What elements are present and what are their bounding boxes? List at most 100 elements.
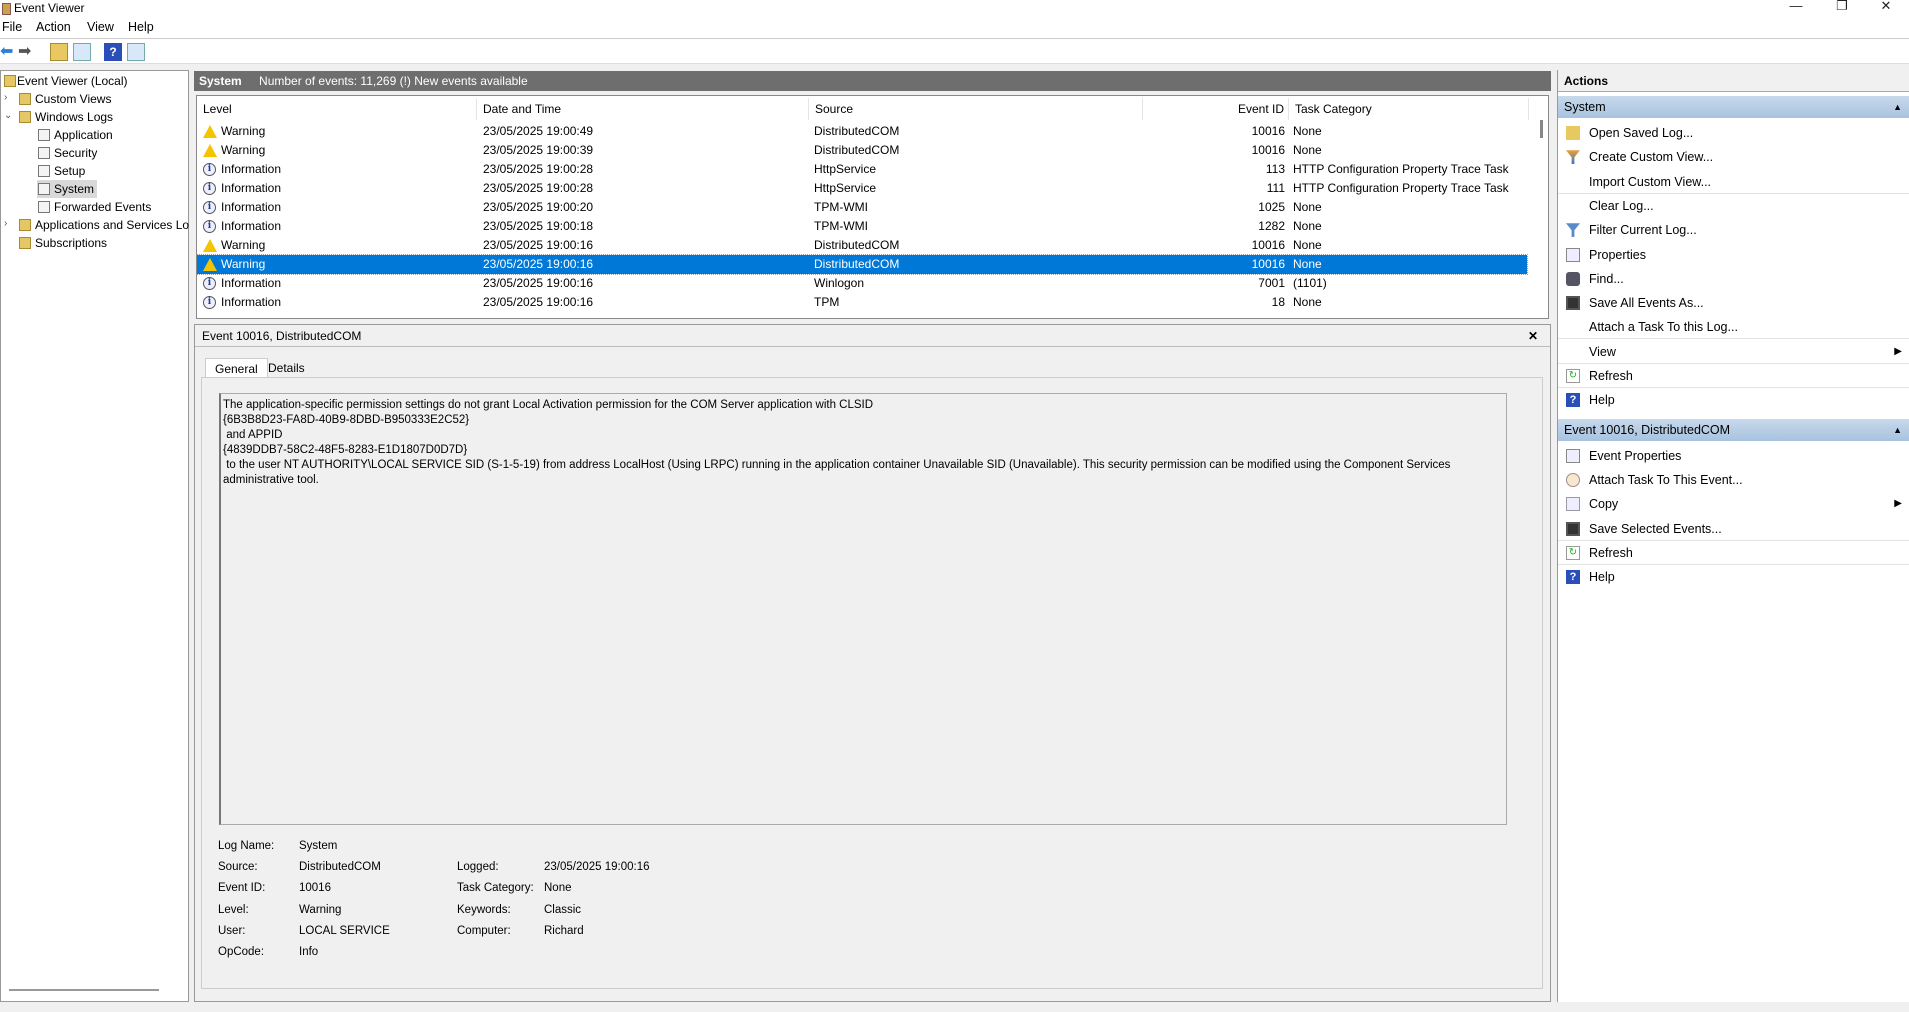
action-properties[interactable]: Properties [1558, 243, 1909, 267]
column-event-id[interactable]: Event ID [1143, 98, 1289, 120]
action-refresh[interactable]: ↻ Refresh [1558, 541, 1909, 565]
properties-icon [1566, 247, 1580, 262]
vertical-scrollbar[interactable] [1540, 120, 1543, 138]
event-row[interactable]: i Information 23/05/2025 19:00:18 TPM-WMI 12… [197, 217, 1527, 236]
action-open-saved-log[interactable]: Open Saved Log... [1558, 121, 1909, 145]
collapse-icon[interactable]: ▲ [1893, 419, 1902, 441]
event-row[interactable]: i Information 23/05/2025 19:00:16 TPM 18 None [197, 293, 1527, 312]
cell-level: Warning [221, 143, 266, 157]
field-value[interactable]: None [544, 882, 572, 894]
field-value[interactable]: Classic [544, 904, 581, 916]
action-help[interactable]: ? Help [1558, 565, 1909, 589]
event-row[interactable]: Warning 23/05/2025 19:00:39 DistributedCOM… [197, 141, 1527, 160]
chevron-icon[interactable]: › [4, 92, 7, 103]
section-event[interactable]: Event 10016, DistributedCOM ▲ [1558, 418, 1909, 441]
up-folder-icon[interactable] [50, 43, 68, 61]
cell-task: None [1293, 295, 1322, 309]
action-copy[interactable]: Copy ▶ [1558, 492, 1909, 516]
event-row[interactable]: i Information 23/05/2025 19:00:28 HttpServi… [197, 179, 1527, 198]
back-arrow-icon[interactable]: ⬅ [0, 43, 18, 61]
action-create-custom-view[interactable]: Create Custom View... [1558, 145, 1909, 169]
field-value[interactable]: LOCAL SERVICE [299, 925, 390, 937]
horizontal-scrollbar[interactable] [9, 989, 159, 991]
event-row[interactable]: Warning 23/05/2025 19:00:16 DistributedCOM… [197, 236, 1527, 255]
information-icon: i [203, 220, 216, 233]
action-import-custom-view[interactable]: Import Custom View... [1558, 170, 1909, 194]
save-icon [1566, 521, 1580, 536]
field-label: Keywords: [457, 903, 511, 916]
forward-arrow-icon[interactable]: ➡ [18, 43, 36, 61]
field-value[interactable]: Warning [299, 904, 341, 916]
event-row[interactable]: i Information 23/05/2025 19:00:16 Winlogon 7… [197, 274, 1527, 293]
action-help[interactable]: ? Help [1558, 388, 1909, 412]
tree-item-event-viewer-local-[interactable]: Event Viewer (Local) [3, 72, 131, 90]
tree-item-windows-logs[interactable]: Windows Logs [18, 108, 116, 126]
tree-item-custom-views[interactable]: Custom Views [18, 90, 114, 108]
minimize-button[interactable]: — [1773, 0, 1819, 18]
field-label: Level: [218, 903, 249, 916]
action-filter-current-log[interactable]: Filter Current Log... [1558, 218, 1909, 242]
tree-item-forwarded-events[interactable]: Forwarded Events [37, 198, 154, 216]
action-clear-log[interactable]: Clear Log... [1558, 194, 1909, 218]
action-attach-a-task-to-this-log[interactable]: Attach a Task To this Log... [1558, 315, 1909, 340]
menu-help[interactable]: Help [128, 20, 154, 34]
log-name: System [199, 74, 242, 88]
close-button[interactable]: ✕ [1863, 0, 1909, 18]
action-event-properties[interactable]: Event Properties [1558, 444, 1909, 468]
action-save-selected-events[interactable]: Save Selected Events... [1558, 517, 1909, 541]
field-label: Event ID: [218, 882, 266, 895]
tree-item-applications-and-services-lo[interactable]: Applications and Services Lo [18, 216, 192, 234]
field-value[interactable]: Info [299, 946, 318, 958]
action-refresh[interactable]: ↻ Refresh [1558, 364, 1909, 388]
action-pane-toggle-icon[interactable] [127, 43, 145, 61]
field-value[interactable]: Richard [544, 925, 584, 937]
information-icon: i [203, 163, 216, 176]
event-row[interactable]: i Information 23/05/2025 19:00:28 HttpServi… [197, 160, 1527, 179]
menu-file[interactable]: File [2, 20, 22, 34]
cell-date: 23/05/2025 19:00:28 [483, 162, 594, 176]
action-find[interactable]: Find... [1558, 267, 1909, 291]
collapse-icon[interactable]: ▲ [1893, 96, 1902, 118]
title-bar: Event Viewer — ❐ ✕ [0, 0, 1909, 18]
field-value[interactable]: 23/05/2025 19:00:16 [544, 861, 650, 873]
event-row[interactable]: Warning 23/05/2025 19:00:16 DistributedCOM… [197, 254, 1528, 275]
cell-task: None [1293, 200, 1322, 214]
column-source[interactable]: Source [809, 98, 1143, 120]
cell-source: DistributedCOM [814, 143, 900, 157]
action-label: Refresh [1589, 545, 1633, 560]
event-message[interactable]: The application-specific permission sett… [219, 393, 1507, 825]
cell-date: 23/05/2025 19:00:16 [483, 276, 594, 290]
close-detail-button[interactable]: ✕ [1528, 325, 1538, 347]
tree-item-subscriptions[interactable]: Subscriptions [18, 234, 110, 252]
menu-view[interactable]: View [87, 20, 114, 34]
event-detail-pane: Event 10016, DistributedCOM ✕ General De… [194, 324, 1551, 1002]
field-label: Task Category: [457, 882, 534, 895]
column-level[interactable]: Level [197, 98, 477, 120]
field-value[interactable]: System [299, 840, 337, 852]
properties-icon [1566, 448, 1580, 463]
folder-filter-icon [19, 93, 31, 105]
cell-level: Information [221, 276, 282, 290]
action-attach-task-to-this-event[interactable]: Attach Task To This Event... [1558, 468, 1909, 492]
action-view[interactable]: View ▶ [1558, 340, 1909, 364]
field-value[interactable]: DistributedCOM [299, 861, 381, 873]
restore-button[interactable]: ❐ [1819, 0, 1865, 18]
open-folder-icon [1566, 126, 1580, 140]
cell-id: 10016 [1251, 257, 1285, 271]
event-row[interactable]: Warning 23/05/2025 19:00:49 DistributedCOM… [197, 122, 1527, 141]
console-tree-toggle-icon[interactable] [73, 43, 91, 61]
action-save-all-events-as[interactable]: Save All Events As... [1558, 291, 1909, 315]
folder-logs-icon [19, 111, 31, 123]
column-date-time[interactable]: Date and Time [477, 98, 809, 120]
column-task-category[interactable]: Task Category [1289, 98, 1529, 120]
submenu-arrow-icon: ▶ [1894, 498, 1902, 510]
help-icon[interactable]: ? [104, 43, 122, 61]
menu-action[interactable]: Action [36, 20, 71, 34]
filter-icon [1566, 223, 1580, 238]
tab-details[interactable]: Details [259, 358, 314, 378]
chevron-icon[interactable]: ⌄ [4, 110, 12, 121]
event-row[interactable]: i Information 23/05/2025 19:00:20 TPM-WMI 10… [197, 198, 1527, 217]
field-value[interactable]: 10016 [299, 882, 331, 894]
chevron-icon[interactable]: › [4, 218, 7, 229]
section-system[interactable]: System ▲ [1558, 96, 1909, 118]
